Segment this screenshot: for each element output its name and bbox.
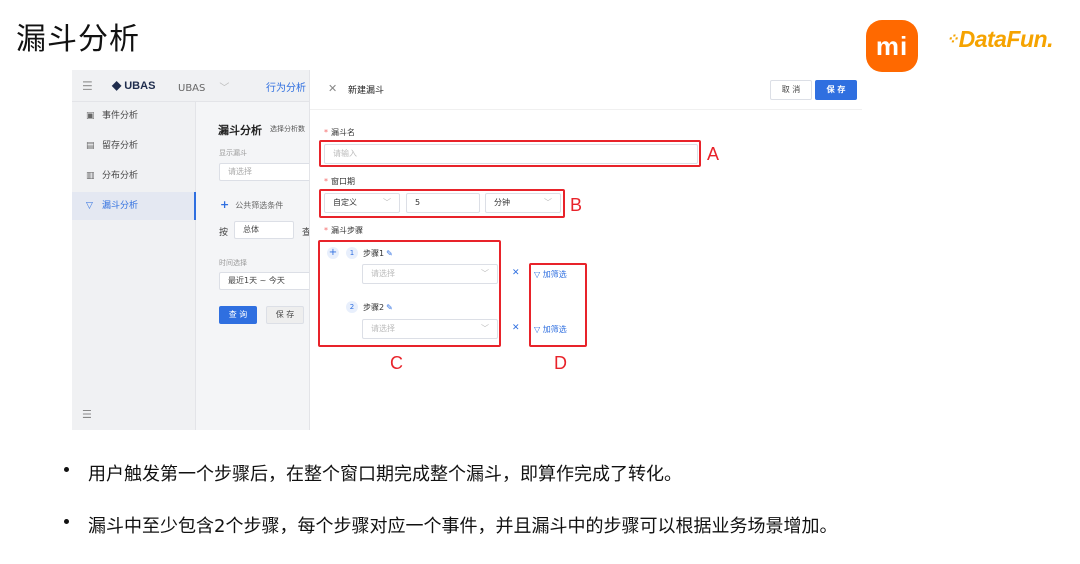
sidebar-item-label: 事件分析 [102, 111, 139, 121]
menu-icon[interactable]: ☰ [82, 79, 93, 93]
brand-name: UBAS [124, 80, 156, 92]
remove-step-icon[interactable]: ✕ [512, 323, 520, 333]
brand-logo-icon: ◆ [112, 78, 122, 92]
bullet-text: 漏斗中至少包含2个步骤，每个步骤对应一个事件，并且漏斗中的步骤可以根据业务场景增… [88, 516, 838, 537]
bullet-dot [64, 519, 69, 524]
funnel-name-label-text: 漏斗名 [331, 128, 355, 137]
slide-title: 漏斗分析 [16, 22, 140, 57]
cancel-button[interactable]: 取 消 [770, 80, 812, 100]
sidebar-item-label: 留存分析 [102, 141, 139, 151]
bg-show-funnel-select[interactable]: 请选择 [219, 163, 311, 181]
annotation-box-a [319, 140, 701, 167]
remove-step-icon[interactable]: ✕ [512, 268, 520, 278]
funnel-name-label: * 漏斗名 [324, 127, 355, 138]
funnel-icon: ▽ [86, 201, 93, 211]
distribution-icon: ▥ [86, 171, 95, 181]
project-select[interactable]: UBAS ﹀ [178, 79, 229, 94]
retention-icon: ▤ [86, 141, 95, 151]
required-icon: * [324, 177, 328, 186]
plus-icon: + [220, 198, 230, 211]
bg-common-filter-label: 公共筛选条件 [235, 201, 284, 210]
modal-title: 新建漏斗 [348, 86, 385, 96]
bg-common-filter[interactable]: + 公共筛选条件 [220, 198, 283, 211]
modal-header: ✕ 新建漏斗 取 消 保 存 [310, 70, 862, 110]
sidebar-item-label: 分布分析 [102, 171, 139, 181]
menu-behavior-analysis[interactable]: 行为分析 [266, 79, 306, 94]
annotation-box-d [529, 263, 587, 347]
close-icon[interactable]: ✕ [328, 82, 337, 95]
sidebar-item-event[interactable]: ▣ 事件分析 [72, 102, 196, 130]
annotation-label-c: C [390, 353, 403, 373]
bg-query-button[interactable]: 查 询 [219, 306, 257, 324]
save-button[interactable]: 保 存 [815, 80, 857, 100]
event-icon: ▣ [86, 111, 95, 121]
annotation-label-a: A [707, 144, 720, 164]
slide: 漏斗分析 mi ⁘DataFun. ☰ ◆ UBAS UBAS ﹀ 行为分析 ▣ 事件… [0, 0, 1080, 564]
sidebar-item-funnel[interactable]: ▽ 漏斗分析 [72, 192, 196, 220]
datafun-logo-text: DataFun. [958, 26, 1054, 52]
bg-time-select[interactable]: 最近1天 ~ 今天 [219, 272, 311, 290]
bg-by-label: 按 [219, 228, 229, 238]
sidebar: ▣ 事件分析 ▤ 留存分析 ▥ 分布分析 ▽ 漏斗分析 ☰ [72, 102, 196, 430]
datafun-logo: ⁘DataFun. [946, 26, 1053, 53]
required-icon: * [324, 128, 328, 137]
annotation-box-b [319, 189, 565, 218]
sidebar-item-retention[interactable]: ▤ 留存分析 [72, 132, 196, 160]
window-label: * 窗口期 [324, 176, 355, 187]
datafun-dots-icon: ⁘ [946, 31, 959, 48]
bg-page-subtitle: 选择分析数 [270, 125, 305, 133]
brand: ◆ UBAS [112, 78, 155, 92]
bg-save-button[interactable]: 保 存 [266, 306, 304, 324]
bullet-text: 用户触发第一个步骤后，在整个窗口期完成整个漏斗，即算作完成了转化。 [88, 464, 682, 485]
collapse-icon[interactable]: ☰ [82, 408, 92, 421]
steps-label: * 漏斗步骤 [324, 225, 363, 236]
steps-label-text: 漏斗步骤 [331, 226, 363, 235]
bullet-dot [64, 467, 69, 472]
annotation-box-c [318, 240, 501, 347]
xiaomi-logo: mi [866, 20, 918, 72]
window-label-text: 窗口期 [331, 177, 355, 186]
bg-by-select[interactable]: 总体 [234, 221, 294, 239]
required-icon: * [324, 226, 328, 235]
sidebar-item-label: 漏斗分析 [102, 201, 139, 211]
sidebar-item-distribution[interactable]: ▥ 分布分析 [72, 162, 196, 190]
bg-show-funnel-label: 显示漏斗 [219, 149, 247, 157]
bg-time-label: 时间选择 [219, 259, 247, 267]
xiaomi-logo-text: mi [875, 30, 909, 61]
annotation-label-b: B [570, 195, 583, 215]
project-select-value: UBAS [178, 83, 206, 94]
bg-page-title: 漏斗分析 [218, 124, 262, 137]
annotation-label-d: D [554, 353, 567, 373]
chevron-down-icon: ﹀ [219, 83, 230, 94]
